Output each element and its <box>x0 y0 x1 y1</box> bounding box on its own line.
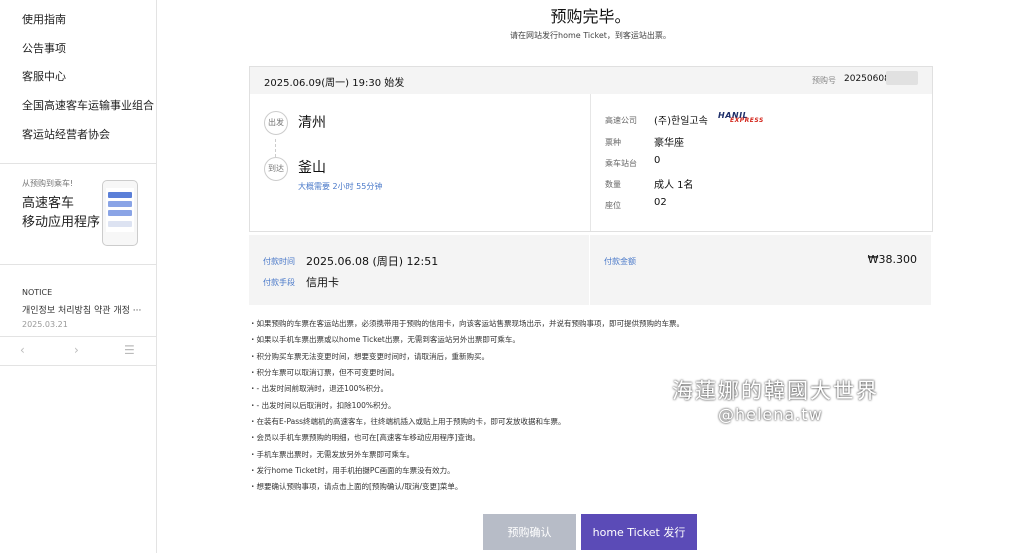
note-item: ・如果预购的车票在客运站出票，必须携带用于预购的信用卡，向该客运站售票现场出示，… <box>249 319 684 328</box>
payment-box: 付款时间 2025.06.08 (周日) 12:51 付款手段 信用卡 付款金额… <box>249 235 931 305</box>
page-subtitle: 请在网站发行home Ticket，到客运站出票。 <box>510 31 671 40</box>
note-item: ・如果以手机车票出票或以home Ticket出票，无需到客运站另外出票即可乘车… <box>249 335 520 344</box>
notice-pager: ‹ › ☰ <box>0 336 156 366</box>
payment-amount-value: ₩38.300 <box>867 253 917 266</box>
menu-icon[interactable]: ☰ <box>124 343 135 357</box>
note-item: ・- 出发时间前取消时，退还100%积分。 <box>249 384 389 393</box>
note-item: ・积分购买车票无法变更时间，想要变更时间时，请取消后，重新购买。 <box>249 352 489 361</box>
hanil-express-logo-icon: HANIL EXPRESS <box>718 111 764 124</box>
seat-value: 02 <box>654 197 667 208</box>
notice-date: 2025.03.21 <box>22 320 68 329</box>
note-item: ・发行home Ticket时，用手机拍摄PC画面的车票没有效力。 <box>249 466 455 475</box>
sidebar-link-guide[interactable]: 使用指南 <box>22 11 66 27</box>
departure-datetime: 2025.06.09(周一) 19:30 始发 <box>264 78 405 89</box>
ticket-card: 2025.06.09(周一) 19:30 始发 预购号 20250608 出发 … <box>249 66 933 232</box>
promo-title-line2: 移动应用程序 <box>22 215 101 230</box>
note-item: ・想要确认预购事项，请点击上面的[预购确认/取消/变更]菜单。 <box>249 482 463 491</box>
platform-value: 0 <box>654 155 661 166</box>
payment-amount-label: 付款金额 <box>604 257 636 266</box>
route-connector <box>275 139 276 157</box>
company-label: 高速公司 <box>605 116 637 125</box>
notice-title-link[interactable]: 개인정보 처리방침 약관 개정 ··· <box>22 303 147 316</box>
travel-duration: 大概需要 2小时 55分钟 <box>298 182 383 191</box>
quantity-label: 数量 <box>605 180 621 189</box>
destination-city: 釜山 <box>298 160 326 176</box>
reservation-confirm-button[interactable]: 预购确认 <box>483 514 576 550</box>
arrive-badge: 到达 <box>264 157 288 181</box>
note-item: ・手机车票出票时，无需发放另外车票即可乘车。 <box>249 450 414 459</box>
promo-title-line1: 高速客车 <box>22 196 75 211</box>
reservation-label: 预购号 <box>812 76 836 85</box>
note-item: ・- 出发时间以后取消时，扣除100%积分。 <box>249 401 396 410</box>
sidebar-link-customer-center[interactable]: 客服中心 <box>22 68 66 84</box>
seat-label: 座位 <box>605 201 621 210</box>
note-item: ・会员以手机车票预购的明细，也可在[高速客车移动应用程序]查询。 <box>249 433 480 442</box>
payment-method-label: 付款手段 <box>263 278 295 287</box>
phone-illustration-icon <box>102 180 138 246</box>
sidebar-link-union[interactable]: 全国高速客车运输事业组合 <box>22 97 154 113</box>
payment-time-value: 2025.06.08 (周日) 12:51 <box>306 255 439 268</box>
prev-icon[interactable]: ‹ <box>20 343 25 357</box>
depart-badge: 出发 <box>264 111 288 135</box>
sidebar-link-terminal-assoc[interactable]: 客运站经营者协会 <box>22 126 110 142</box>
watermark-handle: @helena.tw <box>718 405 823 424</box>
note-item: ・在装有E-Pass终端机的高速客车，往终端机插入或贴上用于预购的卡，即可发放收… <box>249 417 566 426</box>
origin-city: 清州 <box>298 115 326 131</box>
reservation-number: 20250608 <box>844 74 890 84</box>
note-item: ・积分车票可以取消订票，但不可变更时间。 <box>249 368 399 377</box>
fare-type-label: 票种 <box>605 138 621 147</box>
sidebar: 使用指南 公告事项 客服中心 全国高速客车运输事业组合 客运站经营者协会 从预购… <box>0 0 157 553</box>
platform-label: 乘车站台 <box>605 159 637 168</box>
page-title: 预购完毕。 <box>550 7 631 26</box>
reservation-redaction <box>886 71 918 85</box>
sidebar-link-notices[interactable]: 公告事项 <box>22 40 66 56</box>
watermark-title: 海蓮娜的韓國大世界 <box>672 379 879 403</box>
company-value: (주)한일고속 <box>654 116 708 127</box>
promo-caption: 从预购到乘车! <box>22 179 74 188</box>
promo-title: 高速客车 移动应用程序 <box>22 194 100 232</box>
fare-type-value: 豪华座 <box>654 138 684 149</box>
sidebar-divider <box>0 264 156 265</box>
sidebar-divider <box>0 163 156 164</box>
home-ticket-issue-button[interactable]: home Ticket 发行 <box>581 514 697 550</box>
ticket-header: 2025.06.09(周一) 19:30 始发 预购号 20250608 <box>250 67 932 94</box>
card-divider <box>590 94 591 231</box>
payment-time-label: 付款时间 <box>263 257 295 266</box>
quantity-value: 成人 1名 <box>654 180 694 191</box>
payment-method-value: 信用卡 <box>306 276 339 289</box>
notice-heading: NOTICE <box>22 288 53 297</box>
next-icon[interactable]: › <box>74 343 79 357</box>
